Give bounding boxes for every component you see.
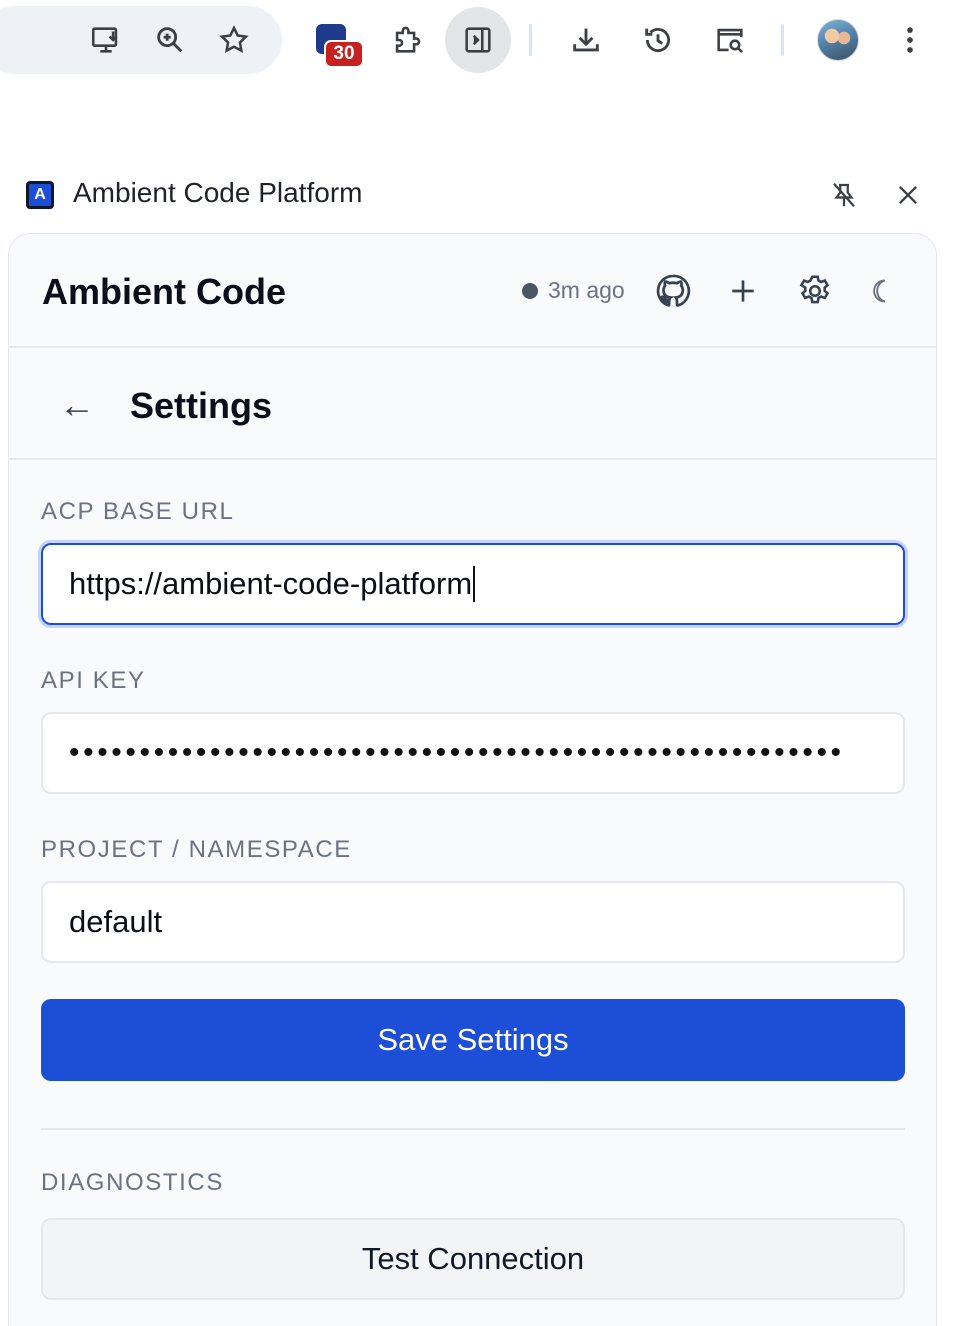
namespace-value: default	[69, 904, 163, 939]
github-icon[interactable]	[652, 270, 694, 312]
status-dot	[522, 283, 538, 299]
gear-icon[interactable]	[794, 270, 836, 312]
page-title: Settings	[130, 385, 273, 426]
text-caret	[473, 566, 476, 602]
side-panel-header: A Ambient Code Platform	[0, 160, 954, 230]
save-settings-button[interactable]: Save Settings	[41, 999, 905, 1081]
section-divider	[41, 1128, 905, 1130]
diagnostics-label: DIAGNOSTICS	[41, 1169, 224, 1196]
toolbar-separator	[529, 24, 532, 56]
test-connection-button[interactable]: Test Connection	[41, 1218, 905, 1300]
namespace-label: PROJECT / NAMESPACE	[41, 836, 352, 863]
namespace-input[interactable]: default	[41, 881, 905, 963]
more-menu-icon[interactable]	[884, 14, 936, 66]
moon-icon[interactable]	[860, 270, 902, 312]
api-key-label: API KEY	[41, 667, 146, 694]
zoom-icon[interactable]	[144, 14, 196, 66]
tab-search-icon[interactable]	[704, 14, 756, 66]
settings-header: ← Settings	[9, 348, 936, 460]
downloads-icon[interactable]	[560, 14, 612, 66]
install-app-icon[interactable]	[80, 14, 132, 66]
api-key-input[interactable]: ••••••••••••••••••••••••••••••••••••••••…	[41, 712, 905, 794]
ambient-code-app: Ambient Code 3m ago ← Settings ACP BASE …	[8, 233, 937, 1326]
browser-toolbar: 30	[0, 0, 954, 80]
api-key-masked-value: ••••••••••••••••••••••••••••••••••••••••…	[69, 736, 845, 769]
base-url-value: https://ambient-code-platform	[69, 566, 473, 601]
profile-avatar[interactable]	[817, 19, 859, 61]
acp-favicon: A	[26, 181, 54, 209]
side-panel-icon[interactable]	[445, 7, 511, 73]
back-arrow-icon[interactable]: ←	[53, 384, 101, 426]
base-url-input[interactable]: https://ambient-code-platform	[41, 543, 905, 625]
app-header: Ambient Code 3m ago	[9, 234, 936, 348]
close-panel-icon[interactable]	[890, 177, 926, 213]
plus-icon[interactable]	[722, 270, 764, 312]
toolbar-separator	[781, 24, 784, 56]
extensions-puzzle-icon[interactable]	[381, 14, 433, 66]
history-icon[interactable]	[632, 14, 684, 66]
base-url-label: ACP BASE URL	[41, 498, 235, 525]
bookmark-star-icon[interactable]	[208, 14, 260, 66]
side-panel-title: Ambient Code Platform	[73, 177, 363, 208]
app-title: Ambient Code	[42, 271, 287, 312]
extension-badge: 30	[324, 40, 364, 68]
status-text: 3m ago	[548, 277, 625, 303]
unpin-icon[interactable]	[826, 177, 862, 213]
